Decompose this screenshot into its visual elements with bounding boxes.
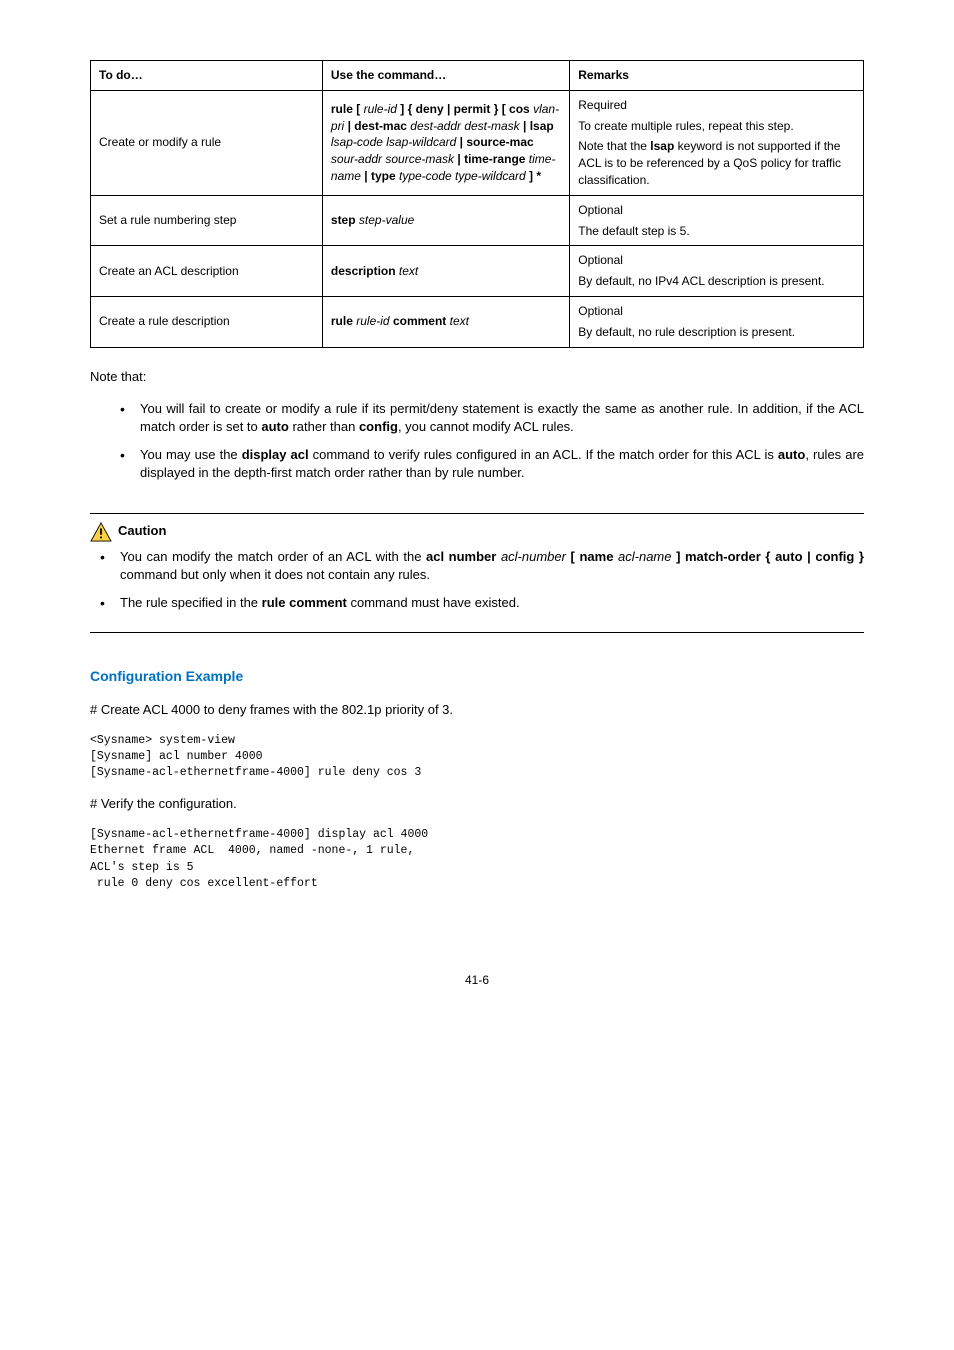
- list-item: You can modify the match order of an ACL…: [100, 548, 864, 584]
- caution-icon: [90, 522, 112, 542]
- example-step: # Verify the configuration.: [90, 795, 864, 813]
- th-remarks: Remarks: [570, 61, 864, 91]
- th-todo: To do…: [91, 61, 323, 91]
- code-block: <Sysname> system-view [Sysname] acl numb…: [90, 733, 864, 781]
- cell-todo: Create a rule description: [91, 296, 323, 347]
- code-block: [Sysname-acl-ethernetframe-4000] display…: [90, 827, 864, 891]
- list-item: The rule specified in the rule comment c…: [100, 594, 864, 612]
- section-heading: Configuration Example: [90, 667, 864, 687]
- cell-remarks: Optional The default step is 5.: [570, 195, 864, 246]
- cell-remarks: Optional By default, no IPv4 ACL descrip…: [570, 246, 864, 297]
- cell-todo: Set a rule numbering step: [91, 195, 323, 246]
- table-row: Create a rule description rule rule-id c…: [91, 296, 864, 347]
- list-item: You will fail to create or modify a rule…: [120, 400, 864, 436]
- example-step: # Create ACL 4000 to deny frames with th…: [90, 701, 864, 719]
- cell-cmd: rule rule-id comment text: [322, 296, 569, 347]
- caution-label: Caution: [118, 522, 166, 540]
- config-table: To do… Use the command… Remarks Create o…: [90, 60, 864, 348]
- cell-todo: Create an ACL description: [91, 246, 323, 297]
- cell-todo: Create or modify a rule: [91, 90, 323, 195]
- cell-cmd: rule [ rule-id ] { deny | permit } [ cos…: [322, 90, 569, 195]
- caution-block: Caution You can modify the match order o…: [90, 513, 864, 634]
- cell-cmd: description text: [322, 246, 569, 297]
- table-row: Set a rule numbering step step step-valu…: [91, 195, 864, 246]
- note-list: You will fail to create or modify a rule…: [90, 400, 864, 483]
- cell-cmd: step step-value: [322, 195, 569, 246]
- table-row: Create or modify a rule rule [ rule-id ]…: [91, 90, 864, 195]
- cell-remarks: Optional By default, no rule description…: [570, 296, 864, 347]
- note-intro: Note that:: [90, 368, 864, 386]
- list-item: You may use the display acl command to v…: [120, 446, 864, 482]
- table-row: Create an ACL description description te…: [91, 246, 864, 297]
- page-number: 41-6: [90, 972, 864, 989]
- cell-remarks: Required To create multiple rules, repea…: [570, 90, 864, 195]
- th-cmd: Use the command…: [322, 61, 569, 91]
